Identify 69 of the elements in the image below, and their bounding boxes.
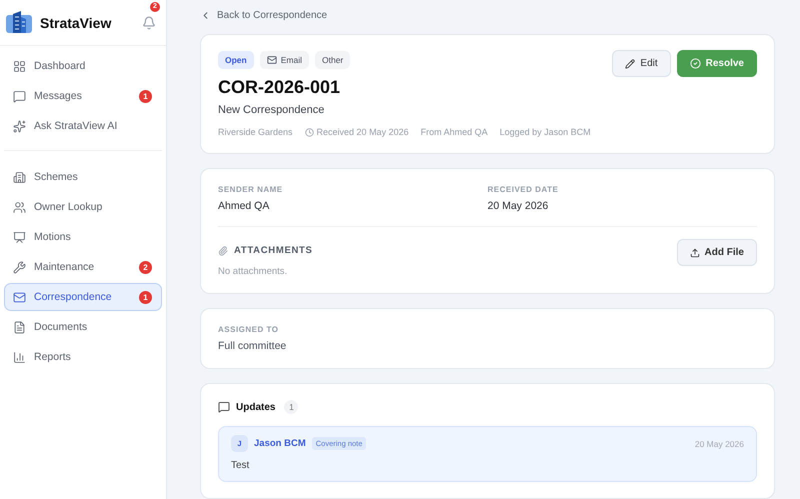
paperclip-icon [218, 246, 228, 256]
count-badge: 1 [139, 290, 152, 304]
count-badge: 2 [139, 260, 152, 274]
author-name: Jason BCM [254, 438, 306, 449]
sparkles-icon [13, 120, 26, 132]
people-icon [13, 200, 26, 214]
sidebar-item[interactable]: Schemes [4, 163, 162, 191]
sidebar-item[interactable]: Messages 1 [4, 82, 162, 110]
meta-text: Riverside Gardens [218, 127, 293, 137]
empty-text: No attachments. [218, 266, 288, 277]
correspondence-id: COR-2026-001 [218, 77, 342, 98]
back-link[interactable]: Back to Correspondence [200, 10, 328, 21]
pencil-icon [625, 58, 636, 68]
grid-icon [13, 60, 26, 72]
speech-bubble-icon [13, 90, 26, 102]
sidebar-item[interactable]: Dashboard [4, 52, 162, 80]
sidebar-item[interactable]: Correspondence 1 [4, 283, 162, 311]
subtitle: New Correspondence [218, 104, 326, 116]
envelope-icon [13, 290, 26, 304]
brand-name: StrataView [40, 14, 112, 30]
sidebar-item-label: Reports [34, 351, 72, 363]
update-date: 20 May 2026 [694, 438, 744, 448]
add-file-button[interactable]: Add File [676, 239, 757, 266]
sidebar-item-label: Dashboard [34, 60, 86, 72]
meta-text: Received 20 May 2026 [304, 127, 409, 137]
section-title: ATTACHMENTS [234, 245, 313, 256]
sidebar-item-label: Correspondence [34, 291, 113, 303]
sidebar-item-label: Ask StrataView AI [34, 120, 118, 132]
meta-text: Logged by Jason BCM [500, 127, 591, 137]
edit-button[interactable]: Edit [612, 50, 671, 77]
meta-text: From Ahmed QA [420, 127, 488, 137]
sidebar-item[interactable]: Maintenance 2 [4, 253, 162, 281]
wrench-icon [13, 260, 26, 274]
tag: Other [315, 51, 350, 69]
comment-icon [218, 401, 230, 413]
sidebar-item-label: Maintenance [34, 261, 96, 273]
resolve-button[interactable]: Resolve [676, 50, 757, 77]
sidebar-item-label: Messages [34, 90, 83, 102]
field-label: SENDER NAME [218, 185, 284, 194]
sidebar-item-label: Documents [34, 321, 88, 333]
bar-chart-icon [13, 350, 26, 364]
sidebar-item[interactable]: Documents [4, 313, 162, 341]
easel-icon [13, 230, 26, 244]
sidebar-item-label: Schemes [34, 171, 79, 183]
notification-bell-icon[interactable] [142, 16, 156, 30]
envelope-icon [266, 55, 277, 65]
sidebar-item-label: Motions [34, 231, 72, 243]
sidebar-item[interactable]: Ask StrataView AI [4, 112, 162, 140]
building-icon [13, 170, 26, 184]
field-value: Full committee [218, 340, 288, 352]
upload-icon [690, 248, 700, 258]
sidebar-item[interactable]: Owner Lookup [4, 193, 162, 221]
document-icon [13, 320, 26, 334]
field-value: 20 May 2026 [488, 200, 550, 212]
tag: Open [218, 51, 254, 69]
tag: Email [260, 51, 309, 69]
section-title: Updates [236, 402, 276, 412]
update-text: Test [231, 460, 250, 471]
sidebar-item-label: Owner Lookup [34, 201, 104, 213]
check-circle-icon [690, 58, 701, 69]
clock-icon [304, 128, 314, 136]
count-badge: 1 [139, 90, 152, 102]
count-badge: 1 [284, 400, 298, 414]
field-label: RECEIVED DATE [488, 185, 560, 194]
building-logo-icon [6, 10, 32, 34]
field-label: ASSIGNED TO [218, 325, 280, 334]
sidebar-item[interactable]: Motions [4, 223, 162, 251]
field-value: Ahmed QA [218, 200, 270, 212]
sidebar-item[interactable]: Reports [4, 343, 162, 371]
